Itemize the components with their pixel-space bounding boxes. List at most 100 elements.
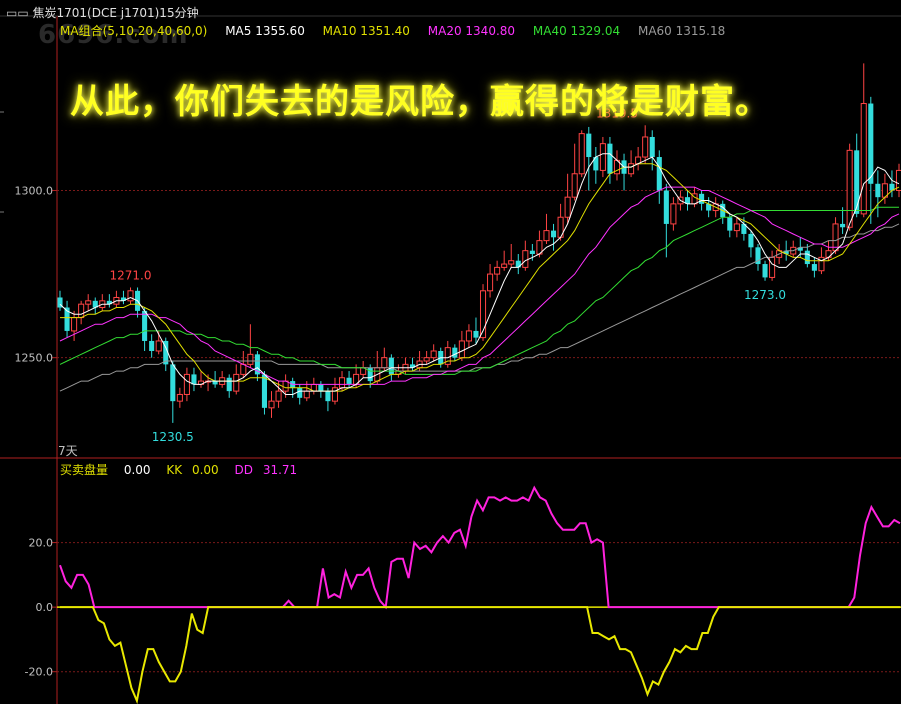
candle-up <box>642 136 649 158</box>
candle-up <box>494 266 501 275</box>
price-tick-label: 1250.0 <box>15 352 54 365</box>
candle-down <box>170 364 176 402</box>
kk-value: 0.00 <box>191 463 219 477</box>
candle-down <box>473 330 479 338</box>
candle-up <box>338 377 346 389</box>
indicator-name[interactable]: 买卖盘量 <box>60 463 108 477</box>
ma20-line <box>59 186 900 385</box>
candle-down <box>149 340 155 351</box>
candle-up <box>733 223 740 232</box>
candle-up <box>487 273 494 292</box>
dd-value: 31.71 <box>262 463 298 477</box>
candle-down <box>699 193 705 204</box>
candle-up <box>176 393 183 402</box>
candle-down <box>325 391 331 402</box>
candle-up <box>155 340 162 352</box>
indicator-tick-label: 0.0 <box>36 601 54 614</box>
dd-series-line <box>59 485 901 610</box>
ma40-label: MA40 1329.04 <box>532 24 621 38</box>
indicator-value-main: 0.00 <box>123 463 151 477</box>
candle-up <box>543 230 550 242</box>
price-annotation: 1273.0 <box>744 288 786 302</box>
candle-up <box>564 196 571 218</box>
candle-up <box>183 373 190 395</box>
ma60-label: MA60 1315.18 <box>637 24 726 38</box>
candle-down <box>649 136 655 158</box>
candle-down <box>226 377 232 392</box>
candle-up <box>578 133 585 175</box>
candle-down <box>811 264 817 271</box>
candle-down <box>452 347 458 358</box>
candle-up <box>571 173 578 198</box>
candle-up <box>282 380 289 392</box>
ma5-label: MA5 1355.60 <box>225 24 305 38</box>
price-tick-label: 1300.0 <box>15 184 54 197</box>
candle-down <box>663 190 669 224</box>
candle-down <box>318 384 324 392</box>
window-title-bar[interactable]: ▭▭ 焦炭1701(DCE j1701)15分钟 <box>6 4 199 21</box>
candle-up <box>846 149 853 228</box>
menu-icon[interactable]: ▭▭ <box>6 6 29 20</box>
indicator-tick-label: 20.0 <box>29 537 54 550</box>
candle-up <box>628 163 635 175</box>
candle-up <box>240 363 247 375</box>
candle-up <box>303 390 310 399</box>
candle-up <box>275 390 282 402</box>
candle-down <box>346 377 352 385</box>
candle-up <box>233 373 240 392</box>
candle-up <box>381 357 388 369</box>
kline-window: 1300.0 1250.0 1271.0 1230.5 1319.5 1273.0 20.0… <box>0 0 901 704</box>
candle-down <box>840 223 846 228</box>
candle-up <box>522 250 529 268</box>
candle-down <box>868 103 874 184</box>
candle-up <box>85 300 92 305</box>
candle-up <box>247 353 254 365</box>
candle-up <box>860 103 867 215</box>
candle-up <box>599 143 606 171</box>
candle-down <box>388 357 394 375</box>
candle-up <box>458 340 465 359</box>
candle-up <box>423 357 430 362</box>
price-annotation: 1230.5 <box>152 430 194 444</box>
candle-down <box>586 133 592 158</box>
window-title: 焦炭1701(DCE j1701)15分钟 <box>32 6 199 20</box>
candle-down <box>142 310 148 341</box>
ma20-label: MA20 1340.80 <box>427 24 516 38</box>
candle-down <box>656 157 662 191</box>
candle-down <box>607 143 613 174</box>
dd-label: DD <box>234 463 253 477</box>
candle-up <box>78 303 85 319</box>
ma10-label: MA10 1351.40 <box>322 24 410 38</box>
candle-down <box>727 217 733 231</box>
candle-down <box>804 250 810 265</box>
candle-up <box>769 256 776 278</box>
kk-label: KK <box>166 463 183 477</box>
indicator-legend: 买卖盘量 0.00 KK 0.00 DD 31.71 <box>60 461 309 478</box>
candle-up <box>501 263 508 268</box>
candle-down <box>762 264 768 278</box>
candle-up <box>430 350 437 359</box>
candle-up <box>508 260 515 265</box>
ma-legend: MA组合(5,10,20,40,60,0) MA5 1355.60 MA10 1… <box>60 22 739 39</box>
candle-down <box>529 250 535 255</box>
candle-down <box>550 230 557 238</box>
days-label: 7天 <box>58 444 78 458</box>
candle-up <box>465 330 472 342</box>
candle-down <box>261 374 268 408</box>
overlay-caption: 从此，你们失去的是风险，赢得的将是财富。 <box>70 82 770 122</box>
kk-series-line <box>60 606 900 704</box>
candle-up <box>127 290 134 302</box>
ma60-line <box>59 223 900 392</box>
indicator-tick-label: -20.0 <box>25 666 53 679</box>
candle-down <box>191 374 197 385</box>
candle-down <box>875 183 881 198</box>
candle-down <box>748 233 754 248</box>
candle-up <box>832 223 839 252</box>
candle-up <box>71 317 78 332</box>
price-annotation: 1271.0 <box>110 268 152 282</box>
candle-up <box>268 400 275 409</box>
candle-down <box>854 150 860 214</box>
candle-up <box>670 203 677 225</box>
ma-group-label[interactable]: MA组合(5,10,20,40,60,0) <box>60 24 207 38</box>
candle-down <box>297 387 303 398</box>
